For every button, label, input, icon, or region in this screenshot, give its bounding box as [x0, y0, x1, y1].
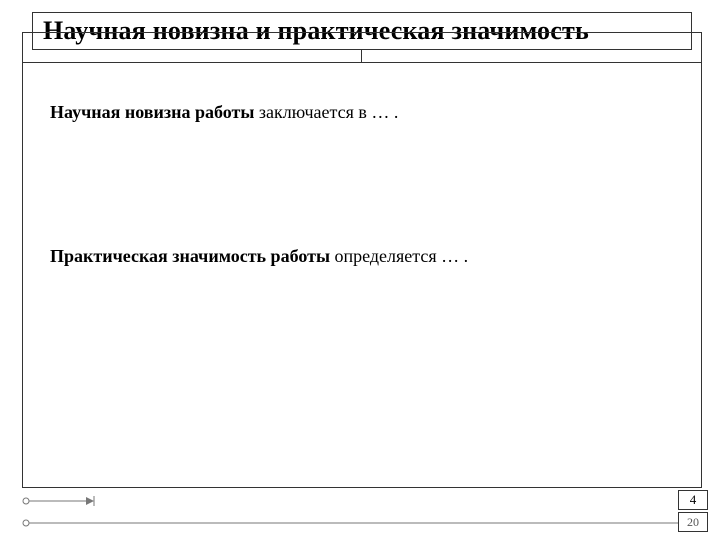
header-underline [23, 62, 701, 63]
significance-label: Практическая значимость работы [50, 246, 330, 266]
paragraph-significance: Практическая значимость работы определяе… [50, 244, 680, 268]
novelty-text: заключается в … . [254, 102, 398, 122]
arrow-short-icon [22, 494, 96, 508]
page-number-total: 20 [678, 512, 708, 532]
page-total-value: 20 [687, 515, 699, 530]
header-split-tick [361, 50, 362, 62]
paragraph-novelty: Научная новизна работы заключается в … . [50, 100, 680, 124]
novelty-label: Научная новизна работы [50, 102, 254, 122]
slide-content: Научная новизна работы заключается в … .… [50, 100, 680, 389]
significance-text: определяется … . [330, 246, 468, 266]
arrow-long-icon [22, 516, 702, 530]
page-current-value: 4 [690, 492, 697, 508]
page-number-current: 4 [678, 490, 708, 510]
bottom-arrows-decor [22, 494, 702, 532]
